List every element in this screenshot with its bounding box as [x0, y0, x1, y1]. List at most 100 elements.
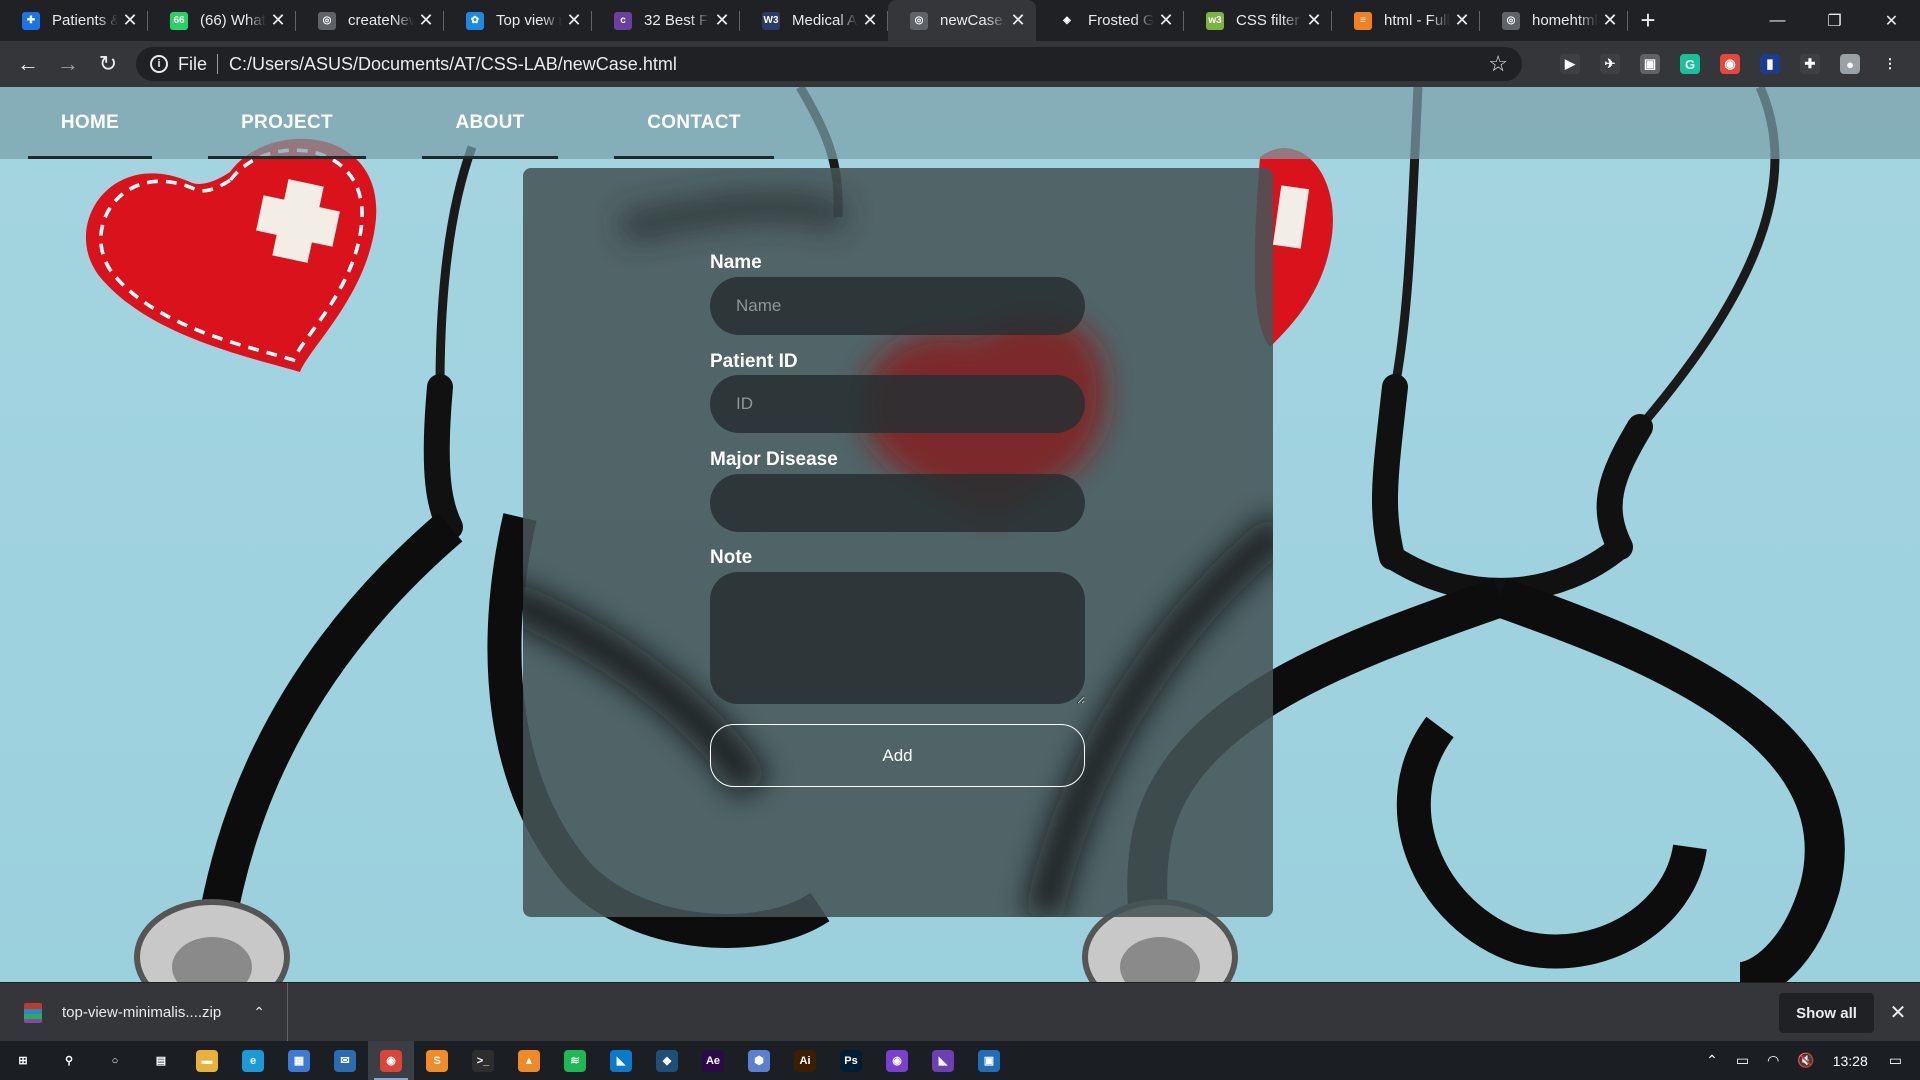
note-textarea[interactable] [710, 572, 1085, 704]
taskbar-store[interactable]: ▦ [276, 1041, 322, 1080]
taskbar-task-view[interactable]: ▤ [138, 1041, 184, 1080]
add-button[interactable]: Add [710, 724, 1085, 787]
screen-recorder-extension-button[interactable]: ◉ [1710, 41, 1750, 87]
nav-link-home[interactable]: HOME [28, 87, 152, 159]
tab-title: homehtml [1532, 12, 1598, 29]
download-item[interactable]: top-view-minimalis....zip ⌃ [0, 983, 288, 1042]
tab-separator [1627, 11, 1628, 31]
browser-tab[interactable]: ≡ html - Full ✕ [1332, 0, 1480, 41]
tab-close-icon[interactable]: ✕ [270, 10, 286, 31]
reload-button[interactable]: ↻ [88, 44, 128, 84]
close-window-button[interactable]: ✕ [1863, 0, 1920, 41]
taskbar-vlc[interactable]: ▲ [506, 1041, 552, 1080]
edge-icon: e [242, 1049, 264, 1072]
tab-close-icon[interactable]: ✕ [1602, 10, 1618, 31]
notifications-icon[interactable]: ▭ [1877, 1052, 1920, 1069]
major-disease-input[interactable] [710, 474, 1085, 532]
play-extension-button[interactable]: ▶ [1550, 41, 1590, 87]
taskbar-media-app[interactable]: ◉ [874, 1041, 920, 1080]
vlc-icon: ▲ [518, 1049, 540, 1072]
wifi-icon[interactable]: ◠ [1758, 1052, 1788, 1069]
taskbar-after-effects[interactable]: Ae [690, 1041, 736, 1080]
square-extension-button[interactable]: ▣ [1630, 41, 1670, 87]
back-button[interactable]: ← [8, 44, 48, 84]
taskbar-windows-start[interactable]: ⊞ [0, 1041, 46, 1080]
rocket-extension-button[interactable]: ✈ [1590, 41, 1630, 87]
tab-close-icon[interactable]: ✕ [122, 10, 138, 31]
minimize-button[interactable]: — [1749, 0, 1806, 41]
taskbar-search[interactable]: ⚲ [46, 1041, 92, 1080]
forward-button[interactable]: → [48, 44, 88, 84]
tab-favicon-icon: ✿ [466, 11, 484, 30]
tab-title: CSS filter [1236, 12, 1300, 29]
battery-icon[interactable]: ▭ [1727, 1052, 1758, 1069]
taskbar-apps: ⊞ ⚲ ○ ▤ ▬ e ▦ ✉ ◉ S >_ ▲ ≋ ◣ ◆ Ae ⬢ Ai Ps ◉ ◣ ▣ [0, 1041, 1012, 1080]
taskbar-sublime[interactable]: S [414, 1041, 460, 1080]
address-url[interactable]: C:/Users/ASUS/Documents/AT/CSS-LAB/newCa… [229, 54, 677, 75]
tray-overflow-chevron-icon[interactable]: ⌃ [1697, 1052, 1727, 1069]
close-shelf-icon[interactable]: ✕ [1886, 995, 1910, 1029]
taskbar-edge[interactable]: e [230, 1041, 276, 1080]
nav-link-about[interactable]: ABOUT [422, 87, 558, 159]
nav-link-project[interactable]: PROJECT [208, 87, 366, 159]
menu-kebab-button[interactable]: ⋮ [1870, 41, 1910, 87]
browser-tab[interactable]: w3 CSS filter ✕ [1184, 0, 1332, 41]
flag-extension-icon: ▮ [1760, 54, 1780, 74]
browser-tab[interactable]: ◈ Frosted G ✕ [1036, 0, 1184, 41]
browser-tab[interactable]: W3 Medical A ✕ [740, 0, 888, 41]
taskbar-photoshop[interactable]: Ps [828, 1041, 874, 1080]
browser-tab[interactable]: ◎ homehtml ✕ [1480, 0, 1628, 41]
browser-tab[interactable]: ✿ Top view n ✕ [444, 0, 592, 41]
flag-extension-button[interactable]: ▮ [1750, 41, 1790, 87]
taskbar-3d-app[interactable]: ⬢ [736, 1041, 782, 1080]
browser-tab[interactable]: ◎ createNew ✕ [296, 0, 444, 41]
tab-favicon-icon: w3 [1206, 11, 1224, 30]
clock[interactable]: 13:28 [1824, 1053, 1877, 1069]
browser-tab[interactable]: 66 (66) What ✕ [148, 0, 296, 41]
tab-close-icon[interactable]: ✕ [418, 10, 434, 31]
search-icon: ⚲ [58, 1049, 80, 1072]
browser-tab[interactable]: c 32 Best Fr ✕ [592, 0, 740, 41]
taskbar-file-explorer[interactable]: ▬ [184, 1041, 230, 1080]
show-all-downloads-button[interactable]: Show all [1779, 993, 1874, 1033]
rocket-extension-icon: ✈ [1600, 54, 1620, 74]
taskbar-vscode[interactable]: ◣ [598, 1041, 644, 1080]
patient-id-input[interactable] [710, 375, 1085, 433]
bookmark-star-icon[interactable]: ☆ [1488, 51, 1508, 77]
taskbar-photos[interactable]: ◆ [644, 1041, 690, 1080]
sublime-icon: S [426, 1049, 448, 1072]
profile-avatar-button[interactable]: ● [1830, 41, 1870, 87]
taskbar-terminal[interactable]: >_ [460, 1041, 506, 1080]
volume-muted-icon[interactable]: 🔇 [1788, 1052, 1823, 1069]
browser-toolbar: ← → ↻ i File C:/Users/ASUS/Documents/AT/… [0, 41, 1920, 87]
taskbar-mail[interactable]: ✉ [322, 1041, 368, 1080]
tab-close-icon[interactable]: ✕ [1306, 10, 1322, 31]
nav-link-contact[interactable]: CONTACT [614, 87, 774, 159]
taskbar-chrome[interactable]: ◉ [368, 1041, 414, 1080]
name-input[interactable] [710, 277, 1085, 335]
taskbar-spotify[interactable]: ≋ [552, 1041, 598, 1080]
tab-close-icon[interactable]: ✕ [1158, 10, 1174, 31]
restore-button[interactable]: ❐ [1806, 0, 1863, 41]
taskbar-illustrator[interactable]: Ai [782, 1041, 828, 1080]
tab-favicon-icon: ◈ [1058, 11, 1076, 30]
puzzle-extension-button[interactable]: ✚ [1790, 41, 1830, 87]
taskbar-visual-studio[interactable]: ◣ [920, 1041, 966, 1080]
grammarly-extension-button[interactable]: G [1670, 41, 1710, 87]
tab-close-icon[interactable]: ✕ [714, 10, 730, 31]
tab-close-icon[interactable]: ✕ [1010, 10, 1026, 31]
address-bar[interactable]: i File C:/Users/ASUS/Documents/AT/CSS-LA… [136, 47, 1522, 81]
profile-avatar-icon: ● [1840, 54, 1860, 74]
tab-strip: ✚ Patients & ✕ 66 (66) What ✕ ◎ createNew ✕ ✿ Top… [0, 0, 1920, 41]
tab-close-icon[interactable]: ✕ [862, 10, 878, 31]
tab-close-icon[interactable]: ✕ [566, 10, 582, 31]
tab-close-icon[interactable]: ✕ [1454, 10, 1470, 31]
extensions-area: ▶ ✈ ▣ G ◉ ▮ ✚ ● ⋮ [1550, 41, 1910, 87]
browser-tab[interactable]: ✚ Patients & ✕ [0, 0, 148, 41]
taskbar-paint-app[interactable]: ▣ [966, 1041, 1012, 1080]
browser-tab[interactable]: ◎ newCase. ✕ [888, 0, 1036, 41]
download-options-chevron-icon[interactable]: ⌃ [253, 1004, 265, 1021]
taskbar-cortana[interactable]: ○ [92, 1041, 138, 1080]
new-tab-button[interactable]: + [1628, 0, 1668, 41]
site-info-icon[interactable]: i [150, 55, 168, 73]
